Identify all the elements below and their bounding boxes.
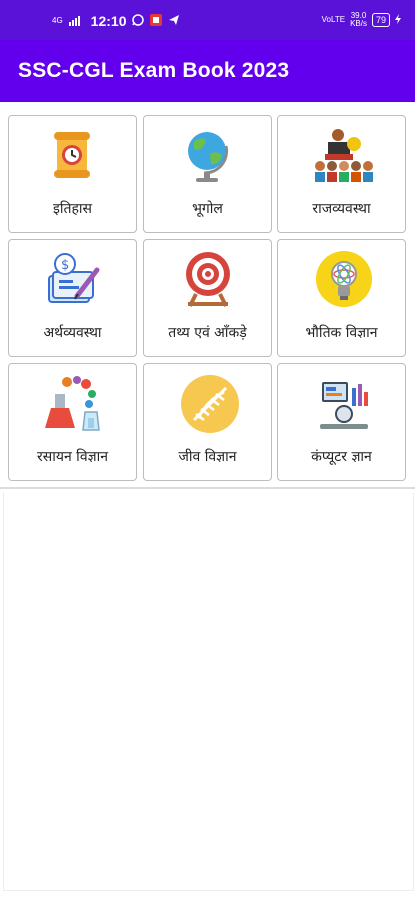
notification-app-icon [150,13,163,29]
tile-label: तथ्य एवं आँकड़े [168,325,247,341]
polity-podium-icon [315,129,373,182]
charging-icon [395,14,401,26]
tile-label: भौतिक विज्ञान [305,325,378,341]
battery-indicator: 79 [371,13,390,27]
app-title: SSC-CGL Exam Book 2023 [18,59,290,82]
ad-banner-area [3,492,414,891]
tile-label: जीव विज्ञान [178,449,237,465]
subject-grid: इतिहास भूगोल राजव्यवस्था $ अर्थव्यवस्था … [0,102,415,487]
status-bar: 4G 12:10 VoLTE 39.0 KB/s 79 [0,0,415,40]
tile-economy[interactable]: $ अर्थव्यवस्था [8,239,137,357]
tile-computer[interactable]: कंप्यूटर ज्ञान [277,363,406,481]
tile-facts-figures[interactable]: तथ्य एवं आँकड़े [143,239,272,357]
history-scroll-icon [54,132,90,178]
tile-history[interactable]: इतिहास [8,115,137,233]
clock: 12:10 [90,13,127,29]
tile-label: राजव्यवस्था [312,201,371,217]
tile-label: इतिहास [52,201,92,217]
tile-physics[interactable]: भौतिक विज्ञान [277,239,406,357]
tile-label: भूगोल [192,201,223,217]
target-facts-icon [186,252,230,307]
tile-polity[interactable]: राजव्यवस्था [277,115,406,233]
status-left-group: 4G 12:10 [52,13,180,29]
network-indicator: 4G [52,16,63,25]
data-speed-unit: KB/s [350,19,367,28]
divider [0,487,415,489]
tile-label: रसायन विज्ञान [37,449,108,465]
data-speed: 39.0 KB/s [350,12,367,28]
chemistry-flask-icon [45,376,100,431]
economy-money-icon: $ [48,253,100,303]
tile-chemistry[interactable]: रसायन विज्ञान [8,363,137,481]
telegram-icon [168,14,180,29]
whatsapp-icon [132,13,145,29]
tile-geography[interactable]: भूगोल [143,115,272,233]
tile-biology[interactable]: जीव विज्ञान [143,363,272,481]
computer-icon [320,382,368,429]
app-bar: SSC-CGL Exam Book 2023 [0,40,415,102]
dna-icon [181,375,239,433]
volte-indicator: VoLTE [321,15,346,24]
globe-icon [188,132,229,182]
tile-label: अर्थव्यवस्था [43,325,102,341]
status-right-group: VoLTE 39.0 KB/s 79 [322,12,401,28]
wifi-icon [68,14,81,29]
tile-label: कंप्यूटर ज्ञान [311,449,372,465]
physics-bulb-icon [316,251,372,307]
svg-text:$: $ [61,258,69,273]
